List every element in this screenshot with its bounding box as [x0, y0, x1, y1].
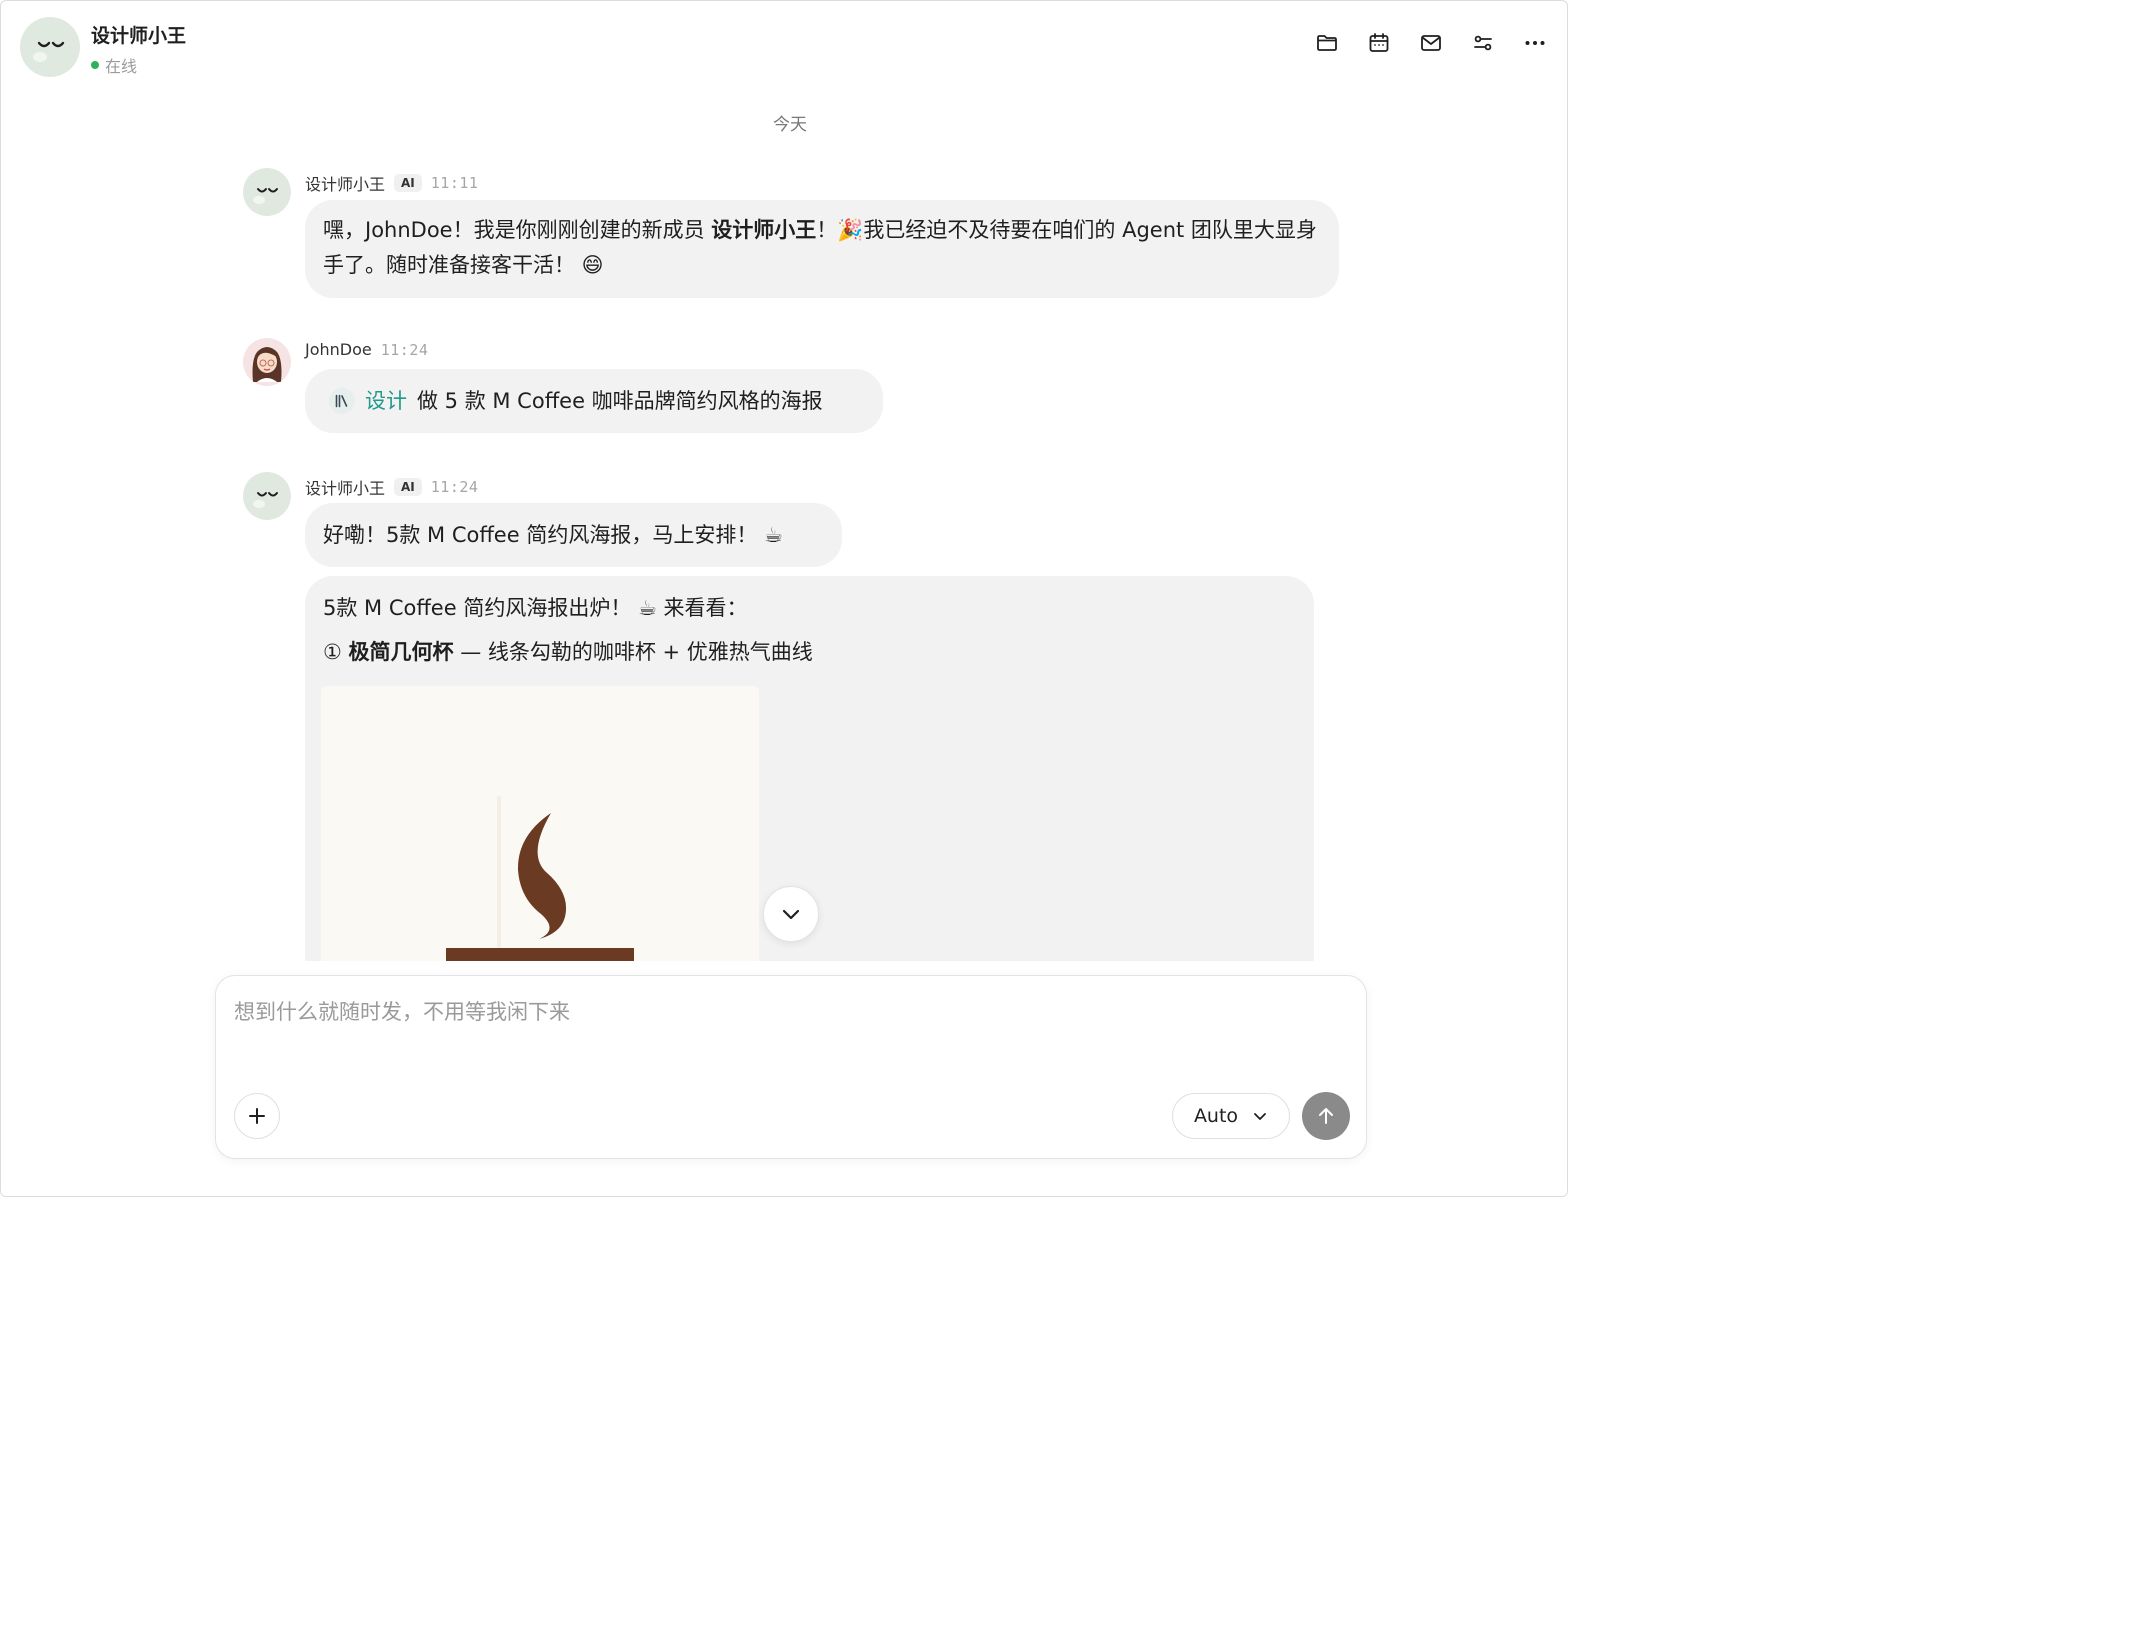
message-bubble: 嘿，JohnDoe！我是你刚刚创建的新成员 设计师小王！🎉我已经迫不及待要在咱们…	[305, 200, 1339, 298]
message-text: 5款 M Coffee 简约风海报出炉！ ☕ 来看看：	[323, 596, 748, 620]
message-bubble: 设计 做 5 款 M Coffee 咖啡品牌简约风格的海报	[305, 369, 883, 433]
plus-icon	[249, 1108, 265, 1124]
send-button[interactable]	[1302, 1092, 1350, 1140]
chevron-down-icon	[782, 909, 800, 920]
more-icon[interactable]	[1523, 31, 1547, 55]
sleepy-face-icon	[253, 492, 278, 508]
chevron-down-icon	[1254, 1113, 1266, 1120]
message-text: 嘿，JohnDoe！我是你刚刚创建的新成员	[323, 218, 712, 242]
chat-window: 设计师小王 在线 今天 设计师小王 AI 11:11 嘿，JohnDoe！我是你…	[0, 0, 1568, 1197]
ai-badge: AI	[394, 478, 422, 496]
message-time: 11:24	[430, 478, 479, 496]
sender-name: 设计师小王	[305, 175, 386, 194]
poster-image[interactable]	[321, 686, 759, 996]
skill-library-icon	[329, 388, 355, 414]
arrow-up-icon	[1319, 1108, 1333, 1124]
coffee-cup-steam-icon	[321, 686, 759, 996]
message-bold-text: 设计师小王	[711, 218, 817, 242]
agent-name: 设计师小王	[91, 25, 187, 47]
sender-name: JohnDoe	[305, 340, 372, 359]
scroll-to-bottom-button[interactable]	[763, 886, 819, 942]
poster-description: — 线条勾勒的咖啡杯 + 优雅热气曲线	[453, 640, 813, 664]
list-marker: ①	[323, 640, 342, 664]
agent-avatar-small[interactable]	[243, 168, 291, 216]
message-input[interactable]	[234, 996, 1344, 1056]
user-avatar[interactable]	[243, 338, 291, 386]
folder-icon[interactable]	[1315, 31, 1339, 55]
message-composer: Auto	[215, 975, 1367, 1159]
poster-caption: ① 极简几何杯 — 线条勾勒的咖啡杯 + 优雅热气曲线	[323, 634, 1296, 670]
online-dot	[91, 61, 99, 69]
mode-label: Auto	[1193, 1105, 1239, 1127]
message-meta: JohnDoe 11:24	[305, 340, 428, 359]
sender-name: 设计师小王	[305, 479, 386, 498]
poster-title: 极简几何杯	[348, 640, 454, 664]
calendar-icon[interactable]	[1367, 31, 1391, 55]
message-bubble: 好嘞！5款 M Coffee 简约风海报，马上安排！ ☕	[305, 503, 842, 567]
settings-sliders-icon[interactable]	[1471, 31, 1495, 55]
sleepy-face-icon	[253, 188, 278, 204]
mode-select[interactable]: Auto	[1172, 1093, 1290, 1139]
status-text: 在线	[105, 57, 138, 76]
mail-icon[interactable]	[1419, 31, 1443, 55]
message-time: 11:24	[380, 340, 429, 359]
sleepy-face-icon	[33, 41, 65, 62]
message-text: 好嘞！5款 M Coffee 简约风海报，马上安排！ ☕	[323, 522, 783, 547]
agent-avatar-small[interactable]	[243, 472, 291, 520]
add-attachment-button[interactable]	[234, 1093, 280, 1139]
agent-avatar[interactable]	[20, 17, 80, 77]
header-toolbar	[1315, 31, 1547, 55]
agent-status: 在线	[91, 53, 137, 77]
message-meta: 设计师小王 AI 11:24	[305, 475, 478, 499]
message-text: 做 5 款 M Coffee 咖啡品牌简约风格的海报	[417, 388, 823, 413]
user-portrait-icon	[252, 347, 282, 382]
message-time: 11:11	[430, 174, 479, 192]
skill-chip-label[interactable]: 设计	[365, 384, 407, 419]
ai-badge: AI	[394, 174, 422, 192]
message-meta: 设计师小王 AI 11:11	[305, 171, 478, 195]
date-separator: 今天	[773, 115, 807, 135]
